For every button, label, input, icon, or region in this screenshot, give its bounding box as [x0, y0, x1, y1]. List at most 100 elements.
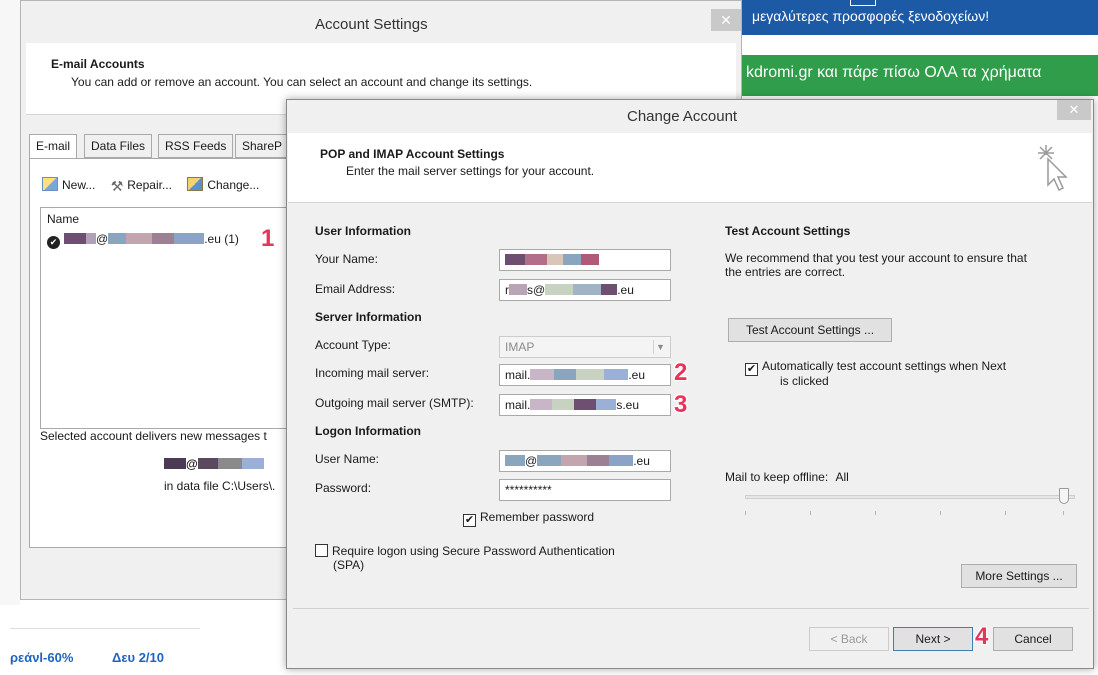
delivery-email-at: @ [186, 457, 198, 471]
incoming-server-field[interactable]: mail. .eu [499, 364, 671, 386]
redacted-text [152, 233, 175, 244]
redacted-text [126, 233, 153, 244]
new-account-button[interactable]: New... [42, 177, 95, 192]
test-account-settings-button[interactable]: Test Account Settings ... [728, 318, 892, 342]
spa-checkbox-box [315, 544, 328, 557]
redacted-text [505, 254, 525, 265]
redacted-text [197, 458, 218, 469]
delivery-account-email: @ [164, 457, 264, 471]
username-field[interactable]: @ .eu [499, 450, 671, 472]
redacted-text [576, 369, 605, 380]
delivery-description: Selected account delivers new messages t [40, 429, 267, 443]
redacted-text [241, 458, 264, 469]
your-name-field[interactable] [499, 249, 671, 271]
account-type-label: Account Type: [315, 338, 391, 352]
offline-slider-thumb[interactable] [1059, 488, 1069, 504]
outgoing-server-field[interactable]: mail. s.eu [499, 394, 671, 416]
tools-icon: ⚒ [110, 178, 124, 194]
chevron-down-icon: ▼ [653, 340, 667, 354]
callout-4: 4 [975, 623, 989, 650]
redacted-text [561, 455, 588, 466]
next-button[interactable]: Next > [893, 627, 973, 651]
redacted-text [217, 458, 242, 469]
tab-email[interactable]: E-mail [29, 134, 78, 160]
account-type-select[interactable]: IMAP ▼ [499, 336, 671, 358]
change-account-icon [187, 177, 204, 191]
outgoing-value-start: mail. [505, 398, 531, 412]
username-label: User Name: [315, 452, 380, 466]
repair-account-label: Repair... [127, 178, 172, 192]
repair-account-button[interactable]: ⚒ Repair... [110, 178, 172, 194]
change-account-titlebar[interactable]: Change Account ✕ [287, 100, 1093, 132]
email-address-label: Email Address: [315, 282, 396, 296]
redacted-text [609, 455, 634, 466]
slider-tick [1005, 511, 1006, 515]
redacted-text [547, 254, 563, 265]
redacted-text [530, 399, 553, 410]
user-info-heading: User Information [315, 224, 412, 238]
incoming-value-start: mail. [505, 368, 531, 382]
redacted-text [581, 254, 599, 265]
banner-decoration [850, 0, 876, 6]
account-settings-titlebar[interactable]: Account Settings ✕ [21, 1, 741, 41]
password-label: Password: [315, 481, 372, 495]
redacted-text [552, 399, 575, 410]
account-settings-title: Account Settings [315, 16, 428, 33]
tab-sharepoint[interactable]: ShareP [235, 134, 290, 158]
remember-password-checkmark-icon: ✔ [463, 514, 476, 527]
slider-tick [940, 511, 941, 515]
your-name-label: Your Name: [315, 252, 378, 266]
web-date-link[interactable]: Δευ 2/10 [112, 650, 164, 665]
spa-checkbox[interactable]: Require logon using Secure Password Auth… [315, 544, 615, 558]
banner-hotels-text: μεγαλύτερες προσφορές ξενοδοχείων! [752, 8, 990, 24]
redacted-text [505, 455, 525, 466]
account-list-name-header[interactable]: Name [47, 212, 79, 226]
web-banner-hotels[interactable]: μεγαλύτερες προσφορές ξενοδοχείων! [742, 0, 1098, 35]
username-value-at: @ [525, 454, 538, 468]
new-account-label: New... [62, 178, 96, 192]
tab-rss-feeds[interactable]: RSS Feeds [158, 134, 234, 158]
tab-data-files[interactable]: Data Files [84, 134, 153, 158]
email-value-at: s@ [527, 283, 546, 297]
redacted-text [587, 455, 610, 466]
redacted-text [174, 233, 205, 244]
remember-password-checkbox[interactable]: ✔ Remember password [463, 510, 594, 527]
web-left-strip [0, 0, 20, 675]
footer-divider [293, 608, 1089, 609]
change-account-button[interactable]: Change... [187, 177, 259, 192]
redacted-text [108, 233, 127, 244]
account-settings-close-button[interactable]: ✕ [711, 9, 741, 31]
redacted-text [596, 399, 617, 410]
more-settings-button[interactable]: More Settings ... [961, 564, 1077, 588]
redacted-text [573, 284, 602, 295]
web-price-link[interactable]: ρεάνl-60% [10, 650, 73, 665]
email-address-field[interactable]: r s@ .eu [499, 279, 671, 301]
change-account-header: POP and IMAP Account Settings Enter the … [288, 133, 1092, 203]
change-account-body: User Information Your Name: Email Addres… [299, 212, 1079, 607]
web-banner-cashback[interactable]: kdromi.gr και πάρε πίσω ΟΛΑ τα χρήματα [742, 55, 1098, 96]
change-account-close-button[interactable]: ✕ [1057, 100, 1091, 120]
spa-label: Require logon using Secure Password Auth… [332, 544, 615, 558]
account-email-at: @ [96, 232, 109, 246]
change-account-dialog: Change Account ✕ POP and IMAP Account Se… [286, 99, 1094, 669]
redacted-text [537, 455, 562, 466]
back-button[interactable]: < Back [809, 627, 889, 651]
redacted-text [563, 254, 581, 265]
account-list-item[interactable]: ✔ @ .eu (1) [47, 232, 239, 249]
password-value: ********** [505, 483, 552, 497]
account-email-suffix: .eu (1) [204, 232, 239, 246]
account-type-value: IMAP [505, 340, 535, 354]
offline-slider-track[interactable] [745, 495, 1075, 499]
pop-imap-heading: POP and IMAP Account Settings [320, 147, 505, 161]
redacted-text [530, 369, 555, 380]
test-settings-description-2: the entries are correct. [725, 265, 846, 279]
cancel-button[interactable]: Cancel [993, 627, 1073, 651]
redacted-text [545, 284, 574, 295]
slider-tick [1063, 511, 1064, 515]
slider-tick [745, 511, 746, 515]
logon-info-heading: Logon Information [315, 424, 421, 438]
outgoing-value-end: s.eu [616, 398, 640, 412]
redacted-text [554, 369, 577, 380]
slider-tick [875, 511, 876, 515]
password-field[interactable]: ********** [499, 479, 671, 501]
